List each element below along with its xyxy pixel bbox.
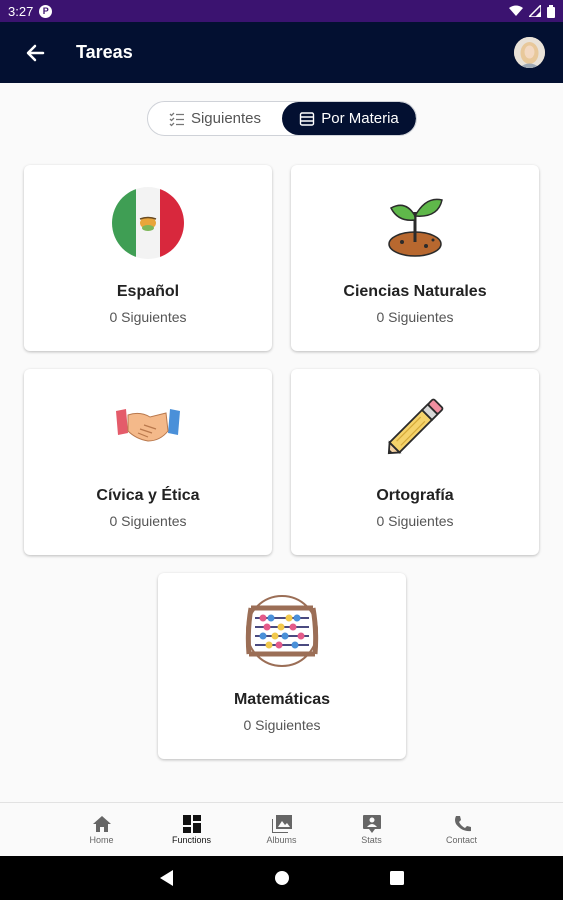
status-bar: 3:27 P [0, 0, 563, 22]
signal-icon [529, 5, 541, 17]
avatar[interactable] [514, 37, 545, 68]
subject-count: 0 Siguientes [376, 309, 454, 325]
subject-name: Ciencias Naturales [343, 283, 487, 300]
recents-square-icon[interactable] [389, 871, 404, 885]
arrow-back-icon [26, 44, 45, 61]
subject-card-ortografia[interactable]: Ortografía 0 Siguientes [291, 369, 539, 555]
subject-count: 0 Siguientes [376, 513, 454, 529]
nav-contact-label: Contact [445, 834, 478, 845]
dashboard-icon [182, 814, 201, 833]
subject-card-matematicas[interactable]: Matemáticas 0 Siguientes [158, 573, 406, 759]
back-button[interactable] [10, 28, 60, 78]
subject-icon [300, 111, 315, 126]
stats-icon [362, 814, 381, 833]
nav-functions[interactable]: Functions [147, 803, 237, 856]
mexico-flag-icon [110, 185, 186, 261]
toggle-siguientes-label: Siguientes [190, 110, 262, 127]
subject-name: Matemáticas [233, 691, 331, 708]
wifi-icon [509, 5, 523, 16]
status-indicators [509, 4, 555, 18]
subject-card-civica-y-etica[interactable]: Cívica y Ética 0 Siguientes [24, 369, 272, 555]
abacus-icon [244, 593, 320, 669]
subject-name: Español [116, 283, 180, 300]
page-title: Tareas [76, 42, 133, 62]
app-bar: Tareas [0, 22, 563, 83]
nav-home[interactable]: Home [57, 803, 147, 856]
subject-name: Ortografía [376, 487, 454, 504]
subject-count: 0 Siguientes [243, 717, 321, 733]
battery-icon [547, 4, 555, 18]
home-circle-icon[interactable] [274, 870, 290, 886]
nav-stats[interactable]: Stats [327, 803, 417, 856]
view-toggle: Siguientes Por Materia [147, 101, 417, 136]
nav-home-label: Home [89, 834, 114, 845]
toggle-por-materia-label: Por Materia [321, 110, 399, 127]
system-navigation [0, 856, 563, 900]
subject-card-ciencias-naturales[interactable]: Ciencias Naturales 0 Siguientes [291, 165, 539, 351]
handshake-icon [110, 389, 186, 465]
phone-icon [454, 815, 471, 831]
nav-albums-label: Albums [266, 834, 297, 845]
bottom-navigation: Home Functions Albums Stats Contact [0, 802, 563, 856]
home-icon [92, 815, 111, 832]
toggle-siguientes[interactable]: Siguientes [148, 102, 282, 135]
subject-card-espanol[interactable]: Español 0 Siguientes [24, 165, 272, 351]
toggle-por-materia[interactable]: Por Materia [282, 102, 416, 135]
subject-count: 0 Siguientes [109, 309, 187, 325]
plant-sprout-icon [377, 185, 453, 261]
nav-contact[interactable]: Contact [417, 803, 507, 856]
nav-functions-label: Functions [171, 834, 212, 845]
back-triangle-icon[interactable] [159, 870, 174, 886]
nav-albums[interactable]: Albums [237, 803, 327, 856]
subject-count: 0 Siguientes [109, 513, 187, 529]
notification-icon: P [39, 4, 53, 18]
pencil-icon [377, 389, 453, 465]
checklist-icon [169, 112, 184, 126]
subject-name: Cívica y Ética [96, 487, 200, 504]
status-time: 3:27 [8, 3, 34, 19]
user-photo-icon [514, 37, 545, 68]
photo-album-icon [271, 814, 292, 833]
nav-stats-label: Stats [361, 834, 382, 845]
